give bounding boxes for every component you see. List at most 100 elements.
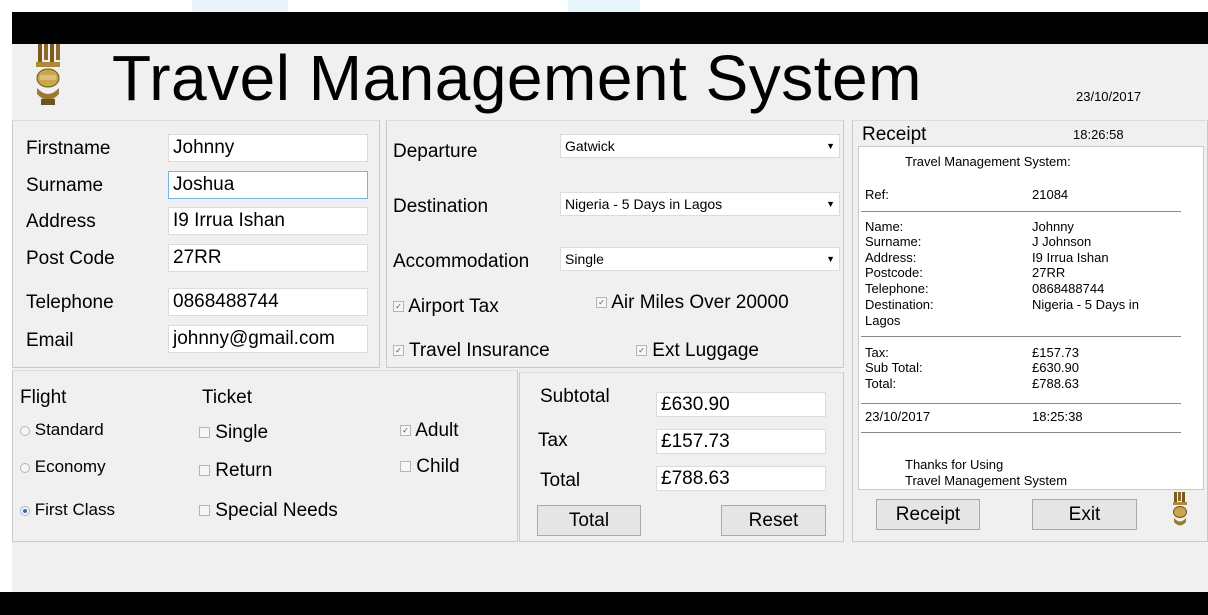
total-field[interactable]: £788.63 — [656, 466, 826, 491]
email-input[interactable]: johnny@gmail.com — [168, 325, 368, 353]
flight-header: Flight — [20, 387, 67, 408]
child-checkbox[interactable]: Child — [400, 456, 460, 478]
reset-button[interactable]: Reset — [721, 505, 826, 536]
receipt-total-label: Total: — [865, 376, 897, 391]
checkbox-icon — [400, 461, 411, 473]
check-icon: ✓ — [393, 345, 404, 357]
radio-selected-icon — [20, 505, 30, 516]
subtotal-field[interactable]: £630.90 — [656, 392, 826, 417]
top-strip — [0, 0, 1208, 12]
checkbox-icon — [199, 427, 210, 439]
receipt-button[interactable]: Receipt — [876, 499, 980, 530]
flight-economy-label: Economy — [34, 457, 106, 476]
airport-tax-checkbox[interactable]: ✓ Airport Tax — [393, 296, 499, 318]
telephone-label: Telephone — [26, 292, 114, 313]
receipt-time: 18:26:58 — [1073, 127, 1124, 142]
receipt-address-value: I9 Irrua Ishan — [1032, 250, 1109, 265]
check-icon: ✓ — [596, 297, 607, 309]
receipt-destination-value: Nigeria - 5 Days in — [1032, 297, 1139, 312]
receipt-tax-value: £157.73 — [1032, 345, 1079, 360]
accommodation-value: Single — [565, 251, 604, 267]
subtotal-label: Subtotal — [540, 386, 610, 407]
firstname-input[interactable]: Johnny — [168, 134, 368, 162]
departure-value: Gatwick — [565, 138, 615, 154]
divider — [861, 211, 1181, 212]
destination-dropdown[interactable]: Nigeria - 5 Days in Lagos ▼ — [560, 192, 840, 216]
special-needs-label: Special Needs — [215, 500, 338, 521]
travel-insurance-checkbox[interactable]: ✓ Travel Insurance — [393, 340, 550, 362]
receipt-header: Receipt — [862, 124, 927, 145]
destination-value: Nigeria - 5 Days in Lagos — [565, 196, 723, 212]
air-miles-checkbox[interactable]: ✓ Air Miles Over 20000 — [596, 292, 789, 314]
return-checkbox[interactable]: Return — [199, 460, 272, 482]
tax-label: Tax — [538, 430, 568, 451]
divider — [861, 336, 1181, 337]
exit-button[interactable]: Exit — [1032, 499, 1137, 530]
accommodation-dropdown[interactable]: Single ▼ — [560, 247, 840, 271]
radio-icon — [20, 462, 30, 473]
postcode-label: Post Code — [26, 248, 115, 269]
receipt-postcode-label: Postcode: — [865, 265, 923, 280]
destination-label: Destination — [393, 196, 489, 217]
departure-dropdown[interactable]: Gatwick ▼ — [560, 134, 840, 158]
chevron-down-icon: ▼ — [826, 254, 835, 264]
air-miles-label: Air Miles Over 20000 — [611, 292, 789, 313]
receipt-textbox[interactable]: Travel Management System: Ref: 21084 Nam… — [858, 146, 1204, 490]
receipt-address-label: Address: — [865, 250, 917, 265]
receipt-subtotal-label: Sub Total: — [865, 360, 923, 375]
chevron-down-icon: ▼ — [826, 141, 835, 151]
flight-first-class-radio[interactable]: First Class — [20, 500, 115, 520]
bottom-bar — [0, 592, 1208, 615]
receipt-telephone-label: Telephone: — [865, 281, 929, 296]
return-label: Return — [215, 460, 273, 481]
receipt-timestamp: 18:25:38 — [1032, 409, 1083, 424]
ext-luggage-label: Ext Luggage — [652, 340, 759, 361]
checkbox-icon — [199, 505, 210, 517]
accommodation-label: Accommodation — [393, 251, 530, 272]
adult-checkbox[interactable]: ✓ Adult — [400, 420, 459, 442]
divider — [861, 432, 1181, 433]
tax-field[interactable]: £157.73 — [656, 429, 826, 454]
checkbox-icon — [199, 465, 210, 477]
receipt-postcode-value: 27RR — [1032, 265, 1066, 280]
firstname-label: Firstname — [26, 138, 111, 159]
check-icon: ✓ — [636, 345, 647, 357]
army-crest-logo-icon — [36, 44, 60, 105]
receipt-heading: Travel Management System: — [905, 154, 1071, 169]
single-checkbox[interactable]: Single — [199, 422, 268, 444]
surname-input[interactable]: Joshua — [168, 171, 368, 199]
receipt-telephone-value: 0868488744 — [1032, 281, 1105, 296]
receipt-total-value: £788.63 — [1032, 376, 1079, 391]
app-title: Travel Management System — [112, 42, 922, 114]
receipt-ref-value: 21084 — [1032, 187, 1069, 202]
travel-insurance-label: Travel Insurance — [408, 340, 550, 361]
receipt-destination-overflow: Lagos — [865, 313, 901, 328]
flight-standard-radio[interactable]: Standard — [20, 420, 104, 440]
special-needs-checkbox[interactable]: Special Needs — [199, 500, 338, 522]
chevron-down-icon: ▼ — [826, 199, 835, 209]
receipt-thanks-line2: Travel Management System — [905, 473, 1068, 488]
postcode-input[interactable]: 27RR — [168, 244, 368, 272]
receipt-subtotal-value: £630.90 — [1032, 360, 1079, 375]
email-label: Email — [26, 330, 74, 351]
check-icon: ✓ — [393, 301, 404, 313]
window-title-bar — [12, 12, 1208, 44]
flight-economy-radio[interactable]: Economy — [20, 457, 106, 477]
divider — [861, 403, 1181, 404]
receipt-name-value: Johnny — [1032, 219, 1074, 234]
single-label: Single — [215, 422, 269, 443]
telephone-input[interactable]: 0868488744 — [168, 288, 368, 316]
radio-icon — [20, 425, 30, 436]
adult-label: Adult — [415, 420, 459, 441]
airport-tax-label: Airport Tax — [408, 296, 499, 317]
receipt-surname-value: J Johnson — [1032, 234, 1092, 249]
child-label: Child — [416, 456, 460, 477]
departure-label: Departure — [393, 141, 478, 162]
header-date: 23/10/2017 — [1076, 89, 1142, 104]
ticket-header: Ticket — [202, 387, 252, 408]
total-label: Total — [540, 470, 581, 491]
address-input[interactable]: I9 Irrua Ishan — [168, 207, 368, 235]
ext-luggage-checkbox[interactable]: ✓ Ext Luggage — [636, 340, 759, 362]
total-button[interactable]: Total — [537, 505, 641, 536]
receipt-date: 23/10/2017 — [865, 409, 931, 424]
